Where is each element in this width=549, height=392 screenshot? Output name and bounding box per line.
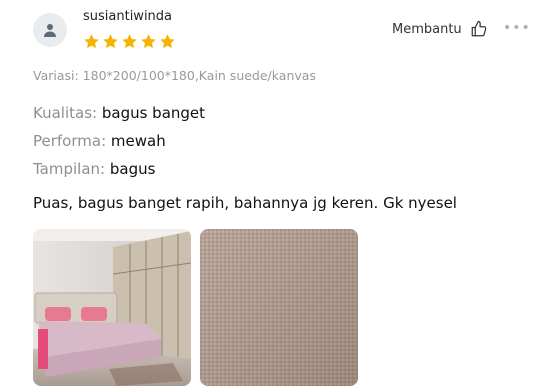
user-icon <box>44 24 56 37</box>
star-icon <box>160 34 175 49</box>
variant-label: Variasi: 180*200/100*180,Kain suede/kanv… <box>33 68 316 83</box>
avatar[interactable] <box>33 13 67 47</box>
attribute-appearance: Tampilan: bagus <box>33 160 155 178</box>
attribute-quality: Kualitas: bagus banget <box>33 104 205 122</box>
star-icon <box>84 34 99 49</box>
star-icon <box>122 34 137 49</box>
star-icon <box>103 34 118 49</box>
attribute-key: Kualitas: <box>33 104 98 122</box>
helpful-button[interactable]: Membantu <box>392 20 488 38</box>
review-comment: Puas, bagus banget rapih, bahannya jg ke… <box>33 194 457 212</box>
attribute-value: bagus <box>109 160 156 178</box>
attribute-key: Performa: <box>33 132 107 150</box>
rating-stars <box>83 33 176 50</box>
star-icon <box>141 34 156 49</box>
fabric-photo[interactable] <box>200 229 358 386</box>
attribute-performance: Performa: mewah <box>33 132 166 150</box>
attribute-key: Tampilan: <box>33 160 106 178</box>
bedroom-photo[interactable] <box>33 229 191 386</box>
attribute-value: bagus banget <box>101 104 206 122</box>
more-dots-icon[interactable]: ••• <box>503 20 531 36</box>
thumbs-up-icon <box>471 20 486 37</box>
helpful-label: Membantu <box>392 21 462 37</box>
attribute-value: mewah <box>110 132 166 150</box>
reviewer-username: susiantiwinda <box>83 9 173 24</box>
